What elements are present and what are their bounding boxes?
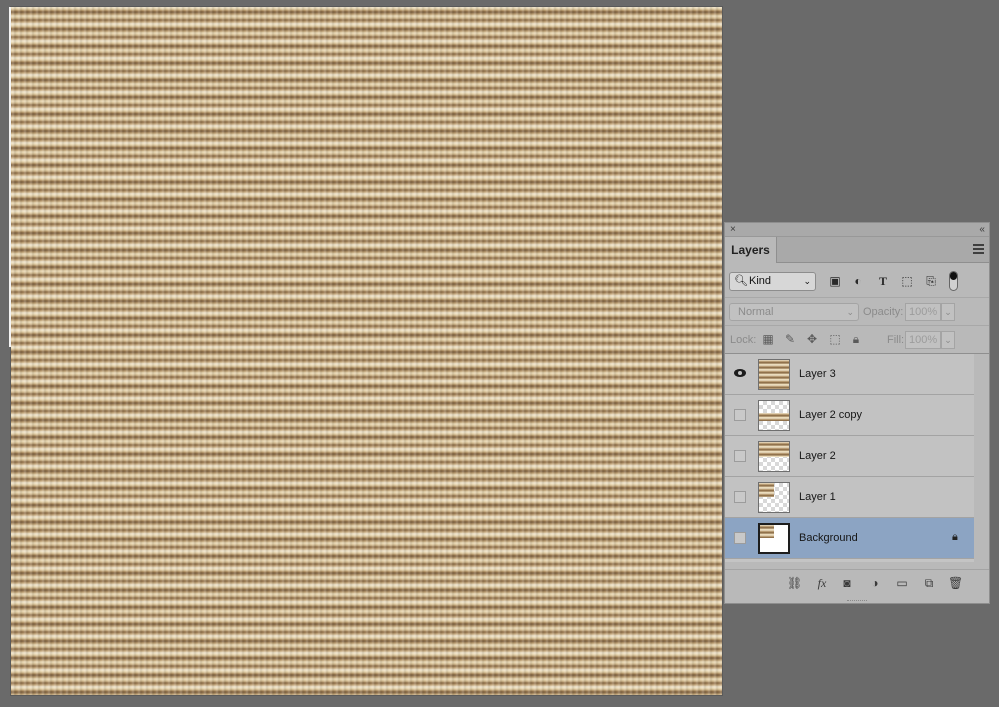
filter-kind-label: Kind [749, 275, 772, 287]
layer-thumbnail [758, 523, 790, 554]
layers-scrollbar[interactable] [974, 353, 989, 562]
layer-name: Layer 2 copy [799, 409, 862, 421]
chevron-down-icon: ⌄ [803, 276, 811, 286]
visibility-toggle[interactable] [734, 368, 746, 380]
visibility-toggle[interactable] [734, 491, 746, 503]
folder-icon[interactable]: ▭ [895, 576, 909, 590]
layer-row-layer-2[interactable]: Layer 2 [725, 436, 974, 477]
blend-mode-value: Normal [738, 306, 774, 318]
layer-row-background[interactable]: Background 🔒︎ [725, 518, 974, 559]
lock-label: Lock: [730, 334, 757, 346]
layer-name: Layer 1 [799, 491, 836, 503]
layer-row-layer-1[interactable]: Layer 1 [725, 477, 974, 518]
new-layer-icon[interactable]: ⧉ [922, 576, 936, 590]
layer-name: Layer 3 [799, 368, 836, 380]
lock-icon: 🔒︎ [952, 531, 958, 543]
canvas-edge-highlight [9, 7, 11, 347]
type-filter-icon[interactable]: T [876, 274, 890, 288]
lock-artboard-icon[interactable]: ⬚ [828, 332, 842, 346]
layer-row-layer-3[interactable]: Layer 3 [725, 354, 974, 395]
adjustment-filter-icon[interactable]: ◐ [851, 274, 865, 288]
resize-grip[interactable] [847, 600, 867, 604]
layer-thumbnail [758, 400, 790, 431]
lock-row: Lock: ▦ ✎ ✥ ⬚ 🔒︎ Fill: 100% ⌄ [725, 325, 989, 352]
layer-thumbnail [758, 482, 790, 513]
shape-filter-icon[interactable]: ⬚ [900, 274, 914, 288]
adjustment-icon[interactable]: ◑ [868, 576, 882, 590]
trash-icon[interactable]: 🗑︎ [948, 576, 963, 590]
filter-toggle-switch[interactable] [949, 271, 958, 291]
smart-object-filter-icon[interactable]: ⎘ [924, 274, 938, 288]
layer-thumbnail [758, 359, 790, 390]
layer-row-layer-2-copy[interactable]: Layer 2 copy [725, 395, 974, 436]
lock-position-icon[interactable]: ✥ [805, 332, 819, 346]
mask-icon[interactable]: ◙ [840, 576, 854, 590]
panel-footer: ⛓ fx ◙ ◑ ▭ ⧉ 🗑︎ [725, 569, 989, 596]
blend-row: Normal ⌄ Opacity: 100% ⌄ [725, 297, 989, 324]
lock-all-icon[interactable]: 🔒︎ [849, 332, 863, 346]
panel-titlebar[interactable]: × ‹‹ [725, 223, 989, 237]
document-canvas[interactable] [11, 7, 722, 695]
chevron-down-icon[interactable]: ⌄ [941, 331, 955, 349]
opacity-field[interactable]: 100% [905, 303, 941, 321]
tab-layers[interactable]: Layers [725, 237, 777, 263]
fill-label: Fill: [887, 334, 905, 346]
collapse-panel-button[interactable]: ‹‹ [979, 223, 985, 236]
layer-name: Layer 2 [799, 450, 836, 462]
layers-panel: × ‹‹ Layers 🔍︎ Kind ⌄ ▣ ◐ T ⬚ ⎘ Normal ⌄… [724, 222, 990, 604]
filter-kind-select[interactable]: 🔍︎ Kind ⌄ [729, 272, 816, 291]
fill-field[interactable]: 100% [905, 331, 941, 349]
layer-thumbnail [758, 441, 790, 472]
image-filter-icon[interactable]: ▣ [828, 274, 842, 288]
hamburger-icon[interactable] [973, 244, 984, 254]
visibility-toggle[interactable] [734, 532, 746, 544]
visibility-toggle[interactable] [734, 450, 746, 462]
search-icon: 🔍︎ [734, 275, 748, 287]
chevron-down-icon[interactable]: ⌄ [941, 303, 955, 321]
blend-mode-select[interactable]: Normal ⌄ [729, 303, 859, 321]
link-icon[interactable]: ⛓ [787, 576, 802, 590]
eye-icon [734, 369, 746, 377]
opacity-label: Opacity: [863, 306, 904, 318]
lock-transparent-pixels-icon[interactable]: ▦ [761, 332, 775, 346]
fx-icon[interactable]: fx [815, 576, 829, 590]
layer-filter-row: 🔍︎ Kind ⌄ ▣ ◐ T ⬚ ⎘ [725, 269, 989, 295]
visibility-toggle[interactable] [734, 409, 746, 421]
panel-tab-row: Layers [725, 237, 989, 263]
layers-list: Layer 3 Layer 2 copy Layer 2 Layer 1 Bac… [725, 353, 974, 562]
close-panel-button[interactable]: × [730, 223, 736, 236]
layer-name: Background [799, 532, 858, 544]
lock-image-pixels-icon[interactable]: ✎ [783, 332, 797, 346]
chevron-down-icon: ⌄ [846, 307, 854, 317]
